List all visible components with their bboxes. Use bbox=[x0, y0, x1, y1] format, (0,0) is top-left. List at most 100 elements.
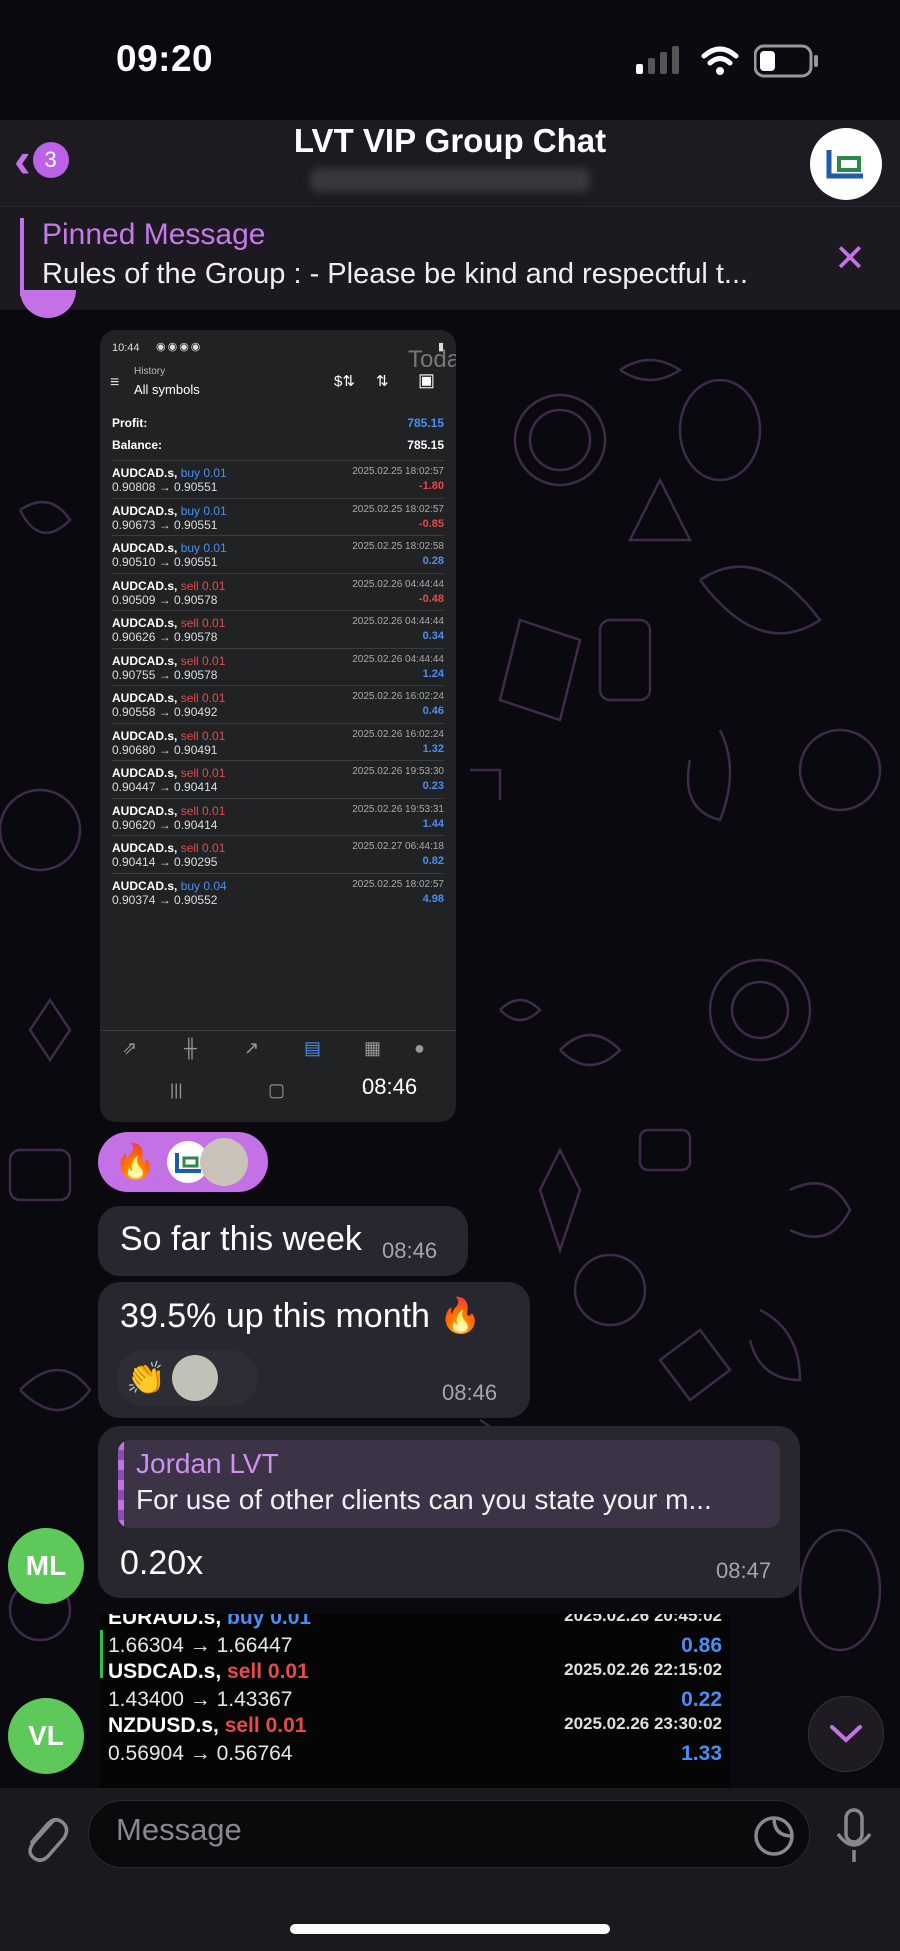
chat-title[interactable]: LVT VIP Group Chat bbox=[0, 122, 900, 160]
trade-row: AUDCAD.s, sell 0.01 0.90558 → 0.90492 2025… bbox=[112, 685, 444, 722]
trade-date: 2025.02.27 06:44:18 bbox=[352, 841, 444, 852]
trade-prices: 0.90620 → 0.90414 bbox=[112, 817, 218, 832]
profit-label: Profit: bbox=[112, 416, 148, 430]
trade-date: 2025.02.26 20:45:02 bbox=[564, 1614, 722, 1625]
trade-pl: 0.82 bbox=[422, 855, 444, 867]
trade-pl: 4.98 bbox=[422, 892, 444, 905]
message-time: 08:46 bbox=[442, 1380, 498, 1405]
chevron-down-icon bbox=[830, 1725, 862, 1743]
trade-action: sell 0.01 bbox=[180, 728, 226, 743]
trade-row: AUDCAD.s, sell 0.01 0.90620 → 0.90414 2025… bbox=[112, 797, 444, 835]
microphone-icon[interactable] bbox=[834, 1806, 874, 1866]
trade-symbol: USDCAD.s, sell 0.01 bbox=[108, 1660, 309, 1683]
message-bubble[interactable]: 39.5% up this month 🔥 👏 08:46 bbox=[98, 1282, 530, 1418]
trade-action: buy 0.01 bbox=[180, 503, 227, 518]
trade-symbol: AUDCAD.s, sell 0.01 bbox=[112, 653, 226, 668]
history-icon: ▤ bbox=[304, 1038, 322, 1058]
trade-symbol: AUDCAD.s, sell 0.01 bbox=[112, 578, 226, 593]
message-placeholder: Message bbox=[116, 1812, 242, 1847]
trade-date: 2025.02.25 18:02:57 bbox=[352, 503, 444, 515]
trade-pl: 1.44 bbox=[422, 817, 444, 830]
screenshot-bottom-nav bbox=[100, 1030, 456, 1070]
pinned-title: Pinned Message bbox=[42, 218, 266, 251]
trade-action: sell 0.01 bbox=[224, 1714, 307, 1737]
balance-value: 785.15 bbox=[407, 438, 444, 452]
message-text: 0.20x bbox=[120, 1544, 204, 1582]
profit-value: 785.15 bbox=[407, 416, 444, 430]
trade-date: 2025.02.26 04:44:44 bbox=[352, 616, 444, 627]
trade-pl: 0.46 bbox=[422, 705, 444, 717]
trade-row: NZDUSD.s, sell 0.01 0.56904 → 0.56764 2025… bbox=[108, 1710, 722, 1774]
trade-pl: 0.86 bbox=[681, 1634, 722, 1657]
trade-symbol: AUDCAD.s, sell 0.01 bbox=[112, 803, 226, 818]
trade-action: sell 0.01 bbox=[180, 841, 226, 855]
wifi-icon bbox=[701, 46, 739, 75]
trade-row: AUDCAD.s, sell 0.01 0.90414 → 0.90295 2025… bbox=[112, 835, 444, 872]
trade-row: AUDCAD.s, sell 0.01 0.90626 → 0.90578 2025… bbox=[112, 610, 444, 647]
screenshot-heading: All symbols bbox=[134, 382, 200, 397]
trade-icon: ↗ bbox=[244, 1038, 260, 1058]
trade-symbol: AUDCAD.s, sell 0.01 bbox=[112, 766, 226, 780]
trade-symbol: AUDCAD.s, buy 0.01 bbox=[112, 541, 227, 555]
trade-pl: 1.33 bbox=[681, 1742, 722, 1765]
trade-action: sell 0.01 bbox=[180, 653, 226, 668]
trade-row: AUDCAD.s, buy 0.01 0.90510 → 0.90551 2025.… bbox=[112, 535, 444, 572]
home-indicator bbox=[290, 1924, 610, 1934]
trade-pl: 0.22 bbox=[681, 1688, 722, 1711]
sender-avatar-vl[interactable]: VL bbox=[8, 1698, 84, 1774]
trade-history-screenshot[interactable]: 10:44 ◉◉◉◉ ▮ ≡ History All symbols $⇅ ⇅ … bbox=[100, 330, 456, 1122]
quote-text: For use of other clients can you state y… bbox=[136, 1484, 712, 1515]
trade-pl: 0.34 bbox=[422, 630, 444, 642]
reaction-pill[interactable]: 🔥 bbox=[98, 1132, 268, 1192]
reaction-pill[interactable]: 👏 bbox=[116, 1350, 258, 1406]
lvt-logo-icon bbox=[826, 150, 863, 179]
trade-row: AUDCAD.s, buy 0.01 0.90673 → 0.90551 2025.… bbox=[112, 497, 444, 535]
trade-symbol: AUDCAD.s, sell 0.01 bbox=[112, 728, 226, 743]
currency-swap-icon: $⇅ bbox=[334, 373, 355, 390]
trade-date: 2025.02.26 19:53:30 bbox=[352, 766, 444, 777]
trade-date: 2025.02.26 19:53:31 bbox=[352, 803, 444, 815]
clap-reaction: 👏 bbox=[126, 1360, 166, 1396]
trade-prices: 0.90626 → 0.90578 bbox=[112, 630, 218, 644]
close-pinned-button[interactable]: ✕ bbox=[834, 236, 866, 281]
trade-date: 2025.02.26 16:02:24 bbox=[352, 691, 444, 702]
message-text: 39.5% up this month 🔥 bbox=[120, 1297, 482, 1335]
trade-screenshot-2[interactable]: EURAUD.s, buy 0.01 1.66304 → 1.66447 2025.… bbox=[100, 1614, 730, 1788]
trade-symbol: AUDCAD.s, buy 0.01 bbox=[112, 503, 227, 518]
lvt-logo-icon bbox=[175, 1153, 202, 1173]
paperclip-icon[interactable] bbox=[20, 1808, 70, 1864]
sticker-icon[interactable] bbox=[752, 1814, 796, 1858]
reply-message-bubble[interactable]: Jordan LVT For use of other clients can … bbox=[98, 1426, 800, 1598]
chat-subtitle-blurred bbox=[310, 168, 590, 192]
trade-date: 2025.02.26 16:02:24 bbox=[352, 728, 444, 740]
chart-icon: ╫ bbox=[184, 1038, 197, 1058]
trade-prices: 0.90509 → 0.90578 bbox=[112, 592, 218, 607]
balance-label: Balance: bbox=[112, 438, 163, 452]
news-icon: ▦ bbox=[364, 1038, 382, 1058]
trade-action: sell 0.01 bbox=[227, 1660, 309, 1683]
quotes-icon: ⇗ bbox=[122, 1038, 138, 1058]
trade-action: sell 0.01 bbox=[180, 691, 226, 705]
row-indicator bbox=[100, 1630, 103, 1678]
trade-prices: 0.90755 → 0.90578 bbox=[112, 667, 218, 682]
message-bubble[interactable]: So far this week 08:46 bbox=[98, 1206, 468, 1276]
group-avatar[interactable] bbox=[810, 128, 882, 200]
battery-icon bbox=[754, 44, 818, 78]
quoted-message[interactable]: Jordan LVT For use of other clients can … bbox=[118, 1440, 780, 1528]
trade-row: AUDCAD.s, buy 0.04 0.90374 → 0.90552 2025.… bbox=[112, 872, 444, 910]
trade-symbol: AUDCAD.s, buy 0.01 bbox=[112, 466, 227, 480]
scroll-down-button[interactable] bbox=[808, 1696, 884, 1772]
trade-action: sell 0.01 bbox=[180, 578, 226, 593]
trade-date: 2025.02.26 04:44:44 bbox=[352, 578, 444, 590]
trade-pl: 0.28 bbox=[422, 555, 444, 567]
menu-icon: ≡ bbox=[110, 374, 120, 391]
trade-prices: 0.90808 → 0.90551 bbox=[112, 480, 218, 494]
trade-pl: 1.24 bbox=[422, 667, 444, 680]
screenshot-heading-small: History bbox=[134, 366, 166, 377]
trade-date: 2025.02.25 18:02:58 bbox=[352, 541, 444, 552]
trade-row: AUDCAD.s, sell 0.01 0.90680 → 0.90491 2025… bbox=[112, 722, 444, 760]
fire-reaction: 🔥 bbox=[114, 1143, 157, 1181]
screenshot-status-icons: ◉◉◉◉ bbox=[156, 341, 203, 353]
sender-avatar-ml[interactable]: ML bbox=[8, 1528, 84, 1604]
status-bar: 09:20 bbox=[0, 0, 900, 120]
